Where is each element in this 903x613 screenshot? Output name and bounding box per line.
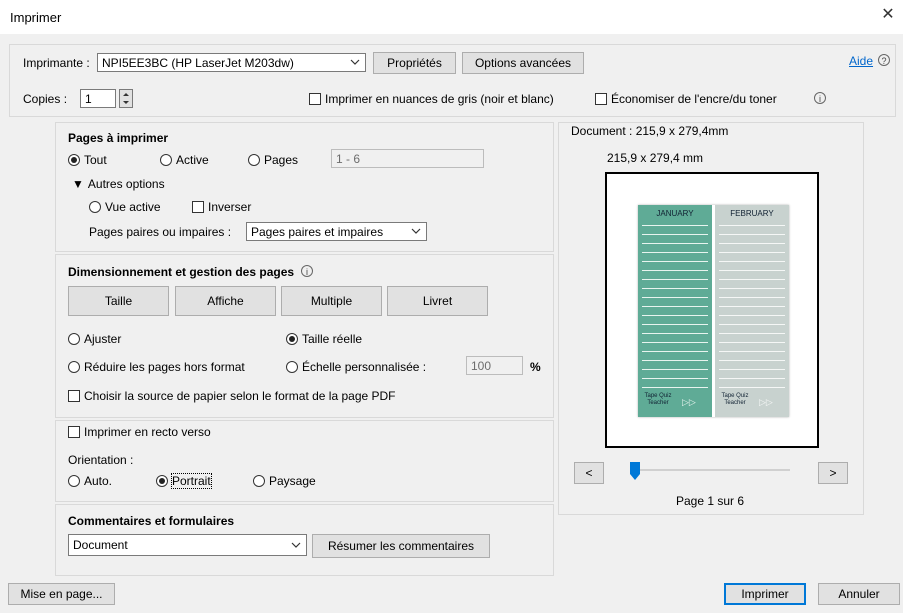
next-page-button[interactable]: > (818, 462, 848, 484)
summarize-comments-button[interactable]: Résumer les commentaires (312, 534, 490, 558)
tab-poster[interactable]: Affiche (175, 286, 276, 316)
chevron-down-icon (411, 228, 421, 234)
page-slider-track[interactable] (636, 469, 790, 471)
active-view-option[interactable]: Vue active (89, 200, 161, 214)
properties-button[interactable]: Propriétés (373, 52, 456, 74)
pages-active-option[interactable]: Active (160, 153, 209, 167)
help-link[interactable]: Aide (849, 54, 873, 68)
grayscale-checkbox[interactable] (309, 93, 321, 105)
close-icon[interactable]: ✕ (879, 6, 897, 24)
page-indicator: Page 1 sur 6 (676, 494, 745, 508)
save-ink-option[interactable]: Économiser de l'encre/du toner (595, 92, 777, 106)
orientation-landscape-option[interactable]: Paysage (253, 474, 316, 488)
copies-stepper[interactable] (119, 89, 133, 108)
calendar-left-footer: Tape Quiz Teacher (644, 393, 672, 406)
orientation-portrait-radio[interactable] (156, 475, 168, 487)
info-icon[interactable]: i (814, 92, 826, 104)
play-arrows-icon: ▷▷ (759, 397, 773, 407)
tab-booklet[interactable]: Livret (387, 286, 488, 316)
grayscale-option[interactable]: Imprimer en nuances de gris (noir et bla… (309, 92, 554, 106)
preview-content: JANUARY Tape Quiz Teacher ▷▷ FEBRUARY Ta… (638, 205, 789, 417)
duplex-checkbox[interactable] (68, 426, 80, 438)
save-ink-checkbox[interactable] (595, 93, 607, 105)
scale-field[interactable]: 100 (466, 356, 523, 375)
page-size-label: 215,9 x 279,4 mm (607, 151, 704, 165)
pages-range-field[interactable]: 1 - 6 (331, 149, 484, 168)
pages-all-option[interactable]: Tout (68, 153, 107, 167)
custom-scale-option[interactable]: Échelle personnalisée : (286, 360, 426, 374)
calendar-right-footer: Tape Quiz Teacher (721, 393, 749, 406)
shrink-radio[interactable] (68, 361, 80, 373)
page-slider-thumb[interactable] (629, 461, 641, 481)
calendar-left-panel: JANUARY Tape Quiz Teacher ▷▷ (638, 205, 712, 417)
odd-even-select[interactable]: Pages paires et impaires (246, 222, 427, 241)
pages-heading: Pages à imprimer (68, 131, 169, 145)
sizing-heading: Dimensionnement et gestion des pages (68, 265, 295, 279)
actual-size-option[interactable]: Taille réelle (286, 332, 362, 346)
sizing-info-icon[interactable]: i (301, 265, 313, 277)
odd-even-label: Pages paires ou impaires : (89, 225, 232, 239)
tab-size[interactable]: Taille (68, 286, 169, 316)
play-arrows-icon: ▷▷ (682, 397, 696, 407)
document-size-label: Document : 215,9 x 279,4mm (571, 124, 729, 138)
orientation-label: Orientation : (68, 453, 134, 467)
chevron-down-icon (291, 542, 301, 548)
orientation-landscape-radio[interactable] (253, 475, 265, 487)
paper-source-checkbox[interactable] (68, 390, 80, 402)
fit-option[interactable]: Ajuster (68, 332, 121, 346)
copies-field[interactable]: 1 (80, 89, 116, 108)
print-button[interactable]: Imprimer (724, 583, 806, 605)
calendar-left-lines (642, 221, 708, 391)
pages-range-option[interactable]: Pages (248, 153, 298, 167)
printer-label: Imprimante : (23, 56, 90, 70)
reverse-checkbox[interactable] (192, 201, 204, 213)
prev-page-button[interactable]: < (574, 462, 604, 484)
tab-multiple[interactable]: Multiple (281, 286, 382, 316)
calendar-right-title: FEBRUARY (730, 209, 774, 218)
pages-all-radio[interactable] (68, 154, 80, 166)
page-preview: JANUARY Tape Quiz Teacher ▷▷ FEBRUARY Ta… (605, 172, 819, 448)
more-options-toggle[interactable]: ▼ Autres options (72, 177, 165, 191)
chevron-down-icon (350, 59, 360, 65)
odd-even-select-value: Pages paires et impaires (251, 225, 384, 239)
orientation-portrait-option[interactable]: Portrait (156, 473, 212, 489)
actual-size-radio[interactable] (286, 333, 298, 345)
active-view-radio[interactable] (89, 201, 101, 213)
printer-select[interactable]: NPI5EE3BC (HP LaserJet M203dw) (97, 53, 366, 72)
advanced-options-button[interactable]: Options avancées (462, 52, 584, 74)
triangle-down-icon: ▼ (72, 177, 84, 191)
percent-label: % (530, 360, 541, 374)
title-bar (0, 0, 903, 34)
page-setup-button[interactable]: Mise en page... (8, 583, 115, 605)
orientation-auto-radio[interactable] (68, 475, 80, 487)
pages-active-radio[interactable] (160, 154, 172, 166)
pages-range-radio[interactable] (248, 154, 260, 166)
dialog-title: Imprimer (10, 10, 62, 25)
paper-source-option[interactable]: Choisir la source de papier selon le for… (68, 389, 396, 403)
fit-radio[interactable] (68, 333, 80, 345)
duplex-option[interactable]: Imprimer en recto verso (68, 425, 211, 439)
orientation-auto-option[interactable]: Auto. (68, 474, 112, 488)
shrink-option[interactable]: Réduire les pages hors format (68, 360, 245, 374)
stepper-arrows-icon (123, 93, 129, 104)
comments-select-value: Document (73, 538, 128, 552)
comments-select[interactable]: Document (68, 534, 307, 556)
calendar-right-lines (719, 221, 785, 391)
printer-select-value: NPI5EE3BC (HP LaserJet M203dw) (102, 56, 294, 70)
custom-scale-radio[interactable] (286, 361, 298, 373)
help-icon[interactable]: ? (878, 54, 890, 66)
calendar-right-panel: FEBRUARY Tape Quiz Teacher ▷▷ (715, 205, 789, 417)
comments-heading: Commentaires et formulaires (68, 514, 235, 528)
cancel-button[interactable]: Annuler (818, 583, 900, 605)
calendar-left-title: JANUARY (656, 209, 694, 218)
copies-label: Copies : (23, 92, 68, 106)
reverse-option[interactable]: Inverser (192, 200, 251, 214)
